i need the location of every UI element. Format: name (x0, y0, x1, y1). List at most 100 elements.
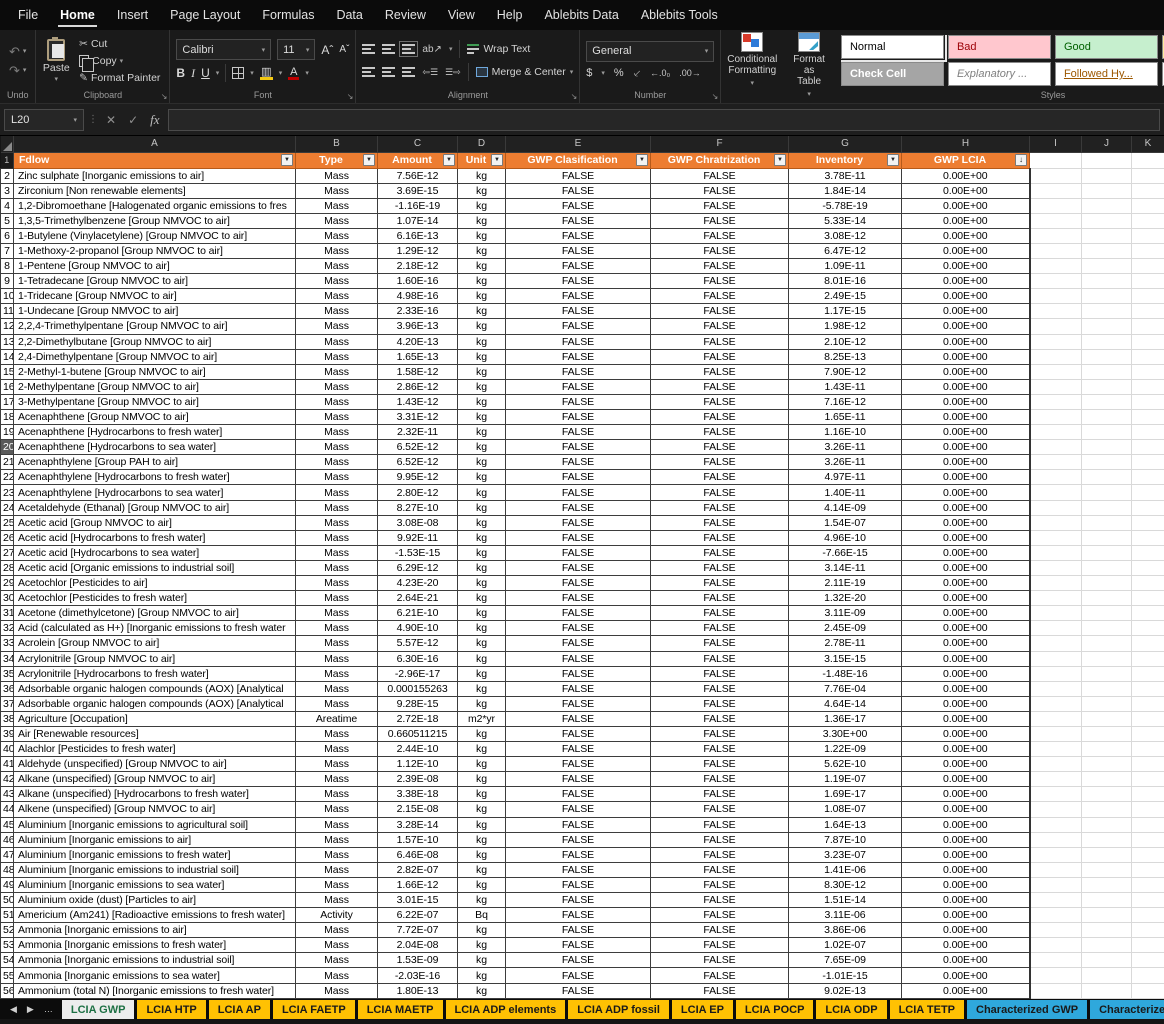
cell[interactable]: FALSE (650, 514, 789, 531)
cell[interactable]: kg (457, 514, 506, 531)
cell[interactable]: kg (457, 771, 506, 788)
cell-K29[interactable] (1131, 575, 1164, 592)
name-box[interactable]: L20 ▾ (4, 108, 84, 131)
row-header-33[interactable]: 33 (0, 635, 14, 652)
cell[interactable]: 2,2,4-Trimethylpentane [Group NMVOC to a… (13, 318, 296, 335)
sheet-tab-lcia-maetp[interactable]: LCIA MAETP (357, 1000, 443, 1019)
cell[interactable]: Mass (295, 741, 378, 758)
row-header-35[interactable]: 35 (0, 665, 14, 682)
cell-I43[interactable] (1029, 786, 1082, 803)
cell-I19[interactable] (1029, 424, 1082, 441)
cell[interactable]: kg (457, 242, 506, 260)
cell[interactable]: 1,3,5-Trimethylbenzene [Group NMVOC to a… (13, 212, 296, 229)
row-header-10[interactable]: 10 (0, 288, 14, 305)
cell-K50[interactable] (1131, 891, 1164, 909)
cell[interactable]: FALSE (650, 258, 789, 275)
row-header-39[interactable]: 39 (0, 725, 14, 743)
cell[interactable]: Mass (295, 242, 378, 260)
cell[interactable]: 0.00E+00 (901, 816, 1031, 833)
sheet-tab-lcia-ap[interactable]: LCIA AP (208, 1000, 270, 1019)
cell[interactable]: 0.00E+00 (901, 665, 1031, 682)
cell[interactable]: FALSE (650, 590, 789, 607)
cell[interactable]: Mass (295, 725, 378, 743)
cell-I44[interactable] (1029, 801, 1082, 818)
sheet-tab-lcia-gwp[interactable]: LCIA GWP (61, 1000, 135, 1019)
cell-I37[interactable] (1029, 695, 1082, 712)
cell-I38[interactable] (1029, 710, 1082, 727)
cell[interactable]: kg (457, 559, 506, 577)
cell-J44[interactable] (1081, 801, 1132, 818)
cell[interactable]: Mass (295, 786, 378, 803)
cell-I29[interactable] (1029, 575, 1082, 592)
cell-I23[interactable] (1029, 484, 1082, 501)
cell[interactable]: FALSE (505, 559, 651, 577)
cell[interactable]: Areatime (295, 710, 378, 727)
cell[interactable]: Ammonia [Inorganic emissions to air] (13, 922, 296, 939)
menu-tab-page-layout[interactable]: Page Layout (160, 0, 250, 30)
cell[interactable]: FALSE (505, 620, 651, 637)
cell-J52[interactable] (1081, 922, 1132, 939)
row-header-3[interactable]: 3 (0, 182, 14, 199)
cell[interactable]: 3.69E-15 (377, 182, 458, 199)
cell[interactable]: FALSE (650, 756, 789, 773)
cell-K43[interactable] (1131, 786, 1164, 803)
cell[interactable]: 7.76E-04 (788, 680, 902, 697)
cell[interactable]: 2-Methylpentane [Group NMVOC to air] (13, 378, 296, 395)
cell-J21[interactable] (1081, 454, 1132, 471)
cell[interactable]: 2.04E-08 (377, 937, 458, 954)
cell-J40[interactable] (1081, 741, 1132, 758)
cell[interactable]: -2.03E-16 (377, 967, 458, 984)
increase-indent-button[interactable]: ☰⇨ (445, 67, 461, 78)
cell[interactable]: 0.00E+00 (901, 846, 1031, 863)
cell[interactable]: Mass (295, 982, 378, 999)
cell[interactable]: 2.32E-11 (377, 424, 458, 441)
cell[interactable]: kg (457, 439, 506, 456)
tabs-scroll-left-icon[interactable]: ◀ (10, 1004, 17, 1015)
cell-J53[interactable] (1081, 937, 1132, 954)
row-header-28[interactable]: 28 (0, 559, 14, 577)
copy-button[interactable]: Copy ▾ (76, 54, 163, 72)
cell-J54[interactable] (1081, 952, 1132, 969)
cell[interactable]: Zinc sulphate [Inorganic emissions to ai… (13, 167, 296, 184)
cell[interactable]: FALSE (505, 665, 651, 682)
cell[interactable]: 1.32E-20 (788, 590, 902, 607)
cell[interactable]: 1.36E-17 (788, 710, 902, 727)
cell[interactable]: 0.00E+00 (901, 876, 1031, 894)
cell[interactable]: Acenaphthylene [Hydrocarbons to fresh wa… (13, 469, 296, 486)
cell-I31[interactable] (1029, 605, 1082, 622)
cell-K38[interactable] (1131, 710, 1164, 727)
cell[interactable]: FALSE (505, 816, 651, 833)
cell[interactable]: 3.96E-13 (377, 318, 458, 335)
cell[interactable]: Alkene (unspecified) [Group NMVOC to air… (13, 801, 296, 818)
cell-J39[interactable] (1081, 725, 1132, 743)
column-header-A[interactable]: A (13, 136, 296, 153)
cell[interactable]: Ammonia [Inorganic emissions to sea wate… (13, 967, 296, 984)
cell[interactable]: Acenaphthylene [Group PAH to air] (13, 454, 296, 471)
row-header-37[interactable]: 37 (0, 695, 14, 712)
header-cell-inventory[interactable]: Inventory ▼ (788, 151, 902, 169)
cell[interactable]: 6.30E-16 (377, 650, 458, 667)
cell[interactable]: FALSE (505, 590, 651, 607)
cell[interactable]: 1.16E-10 (788, 424, 902, 441)
cell-J3[interactable] (1081, 182, 1132, 199)
cell[interactable]: 9.95E-12 (377, 469, 458, 486)
cell[interactable]: 7.90E-12 (788, 363, 902, 380)
cell-J36[interactable] (1081, 680, 1132, 697)
cell-J34[interactable] (1081, 650, 1132, 667)
cell-J8[interactable] (1081, 258, 1132, 275)
cell-K12[interactable] (1131, 318, 1164, 335)
menu-tab-help[interactable]: Help (487, 0, 533, 30)
cell[interactable]: 0.00E+00 (901, 635, 1031, 652)
header-cell-unit[interactable]: Unit ▼ (457, 151, 506, 169)
cell[interactable]: FALSE (650, 680, 789, 697)
cell-I53[interactable] (1029, 937, 1082, 954)
row-header-36[interactable]: 36 (0, 680, 14, 697)
header-cell-gwp-chratrization[interactable]: GWP Chratrization ▼ (650, 151, 789, 169)
cell[interactable]: FALSE (505, 499, 651, 516)
cell[interactable]: Mass (295, 273, 378, 290)
cell[interactable]: 1.54E-07 (788, 514, 902, 531)
row-header-1[interactable]: 1 (0, 152, 14, 169)
cell[interactable]: 0.00E+00 (901, 967, 1031, 984)
column-header-I[interactable]: I (1029, 136, 1082, 153)
cell-J18[interactable] (1081, 408, 1132, 426)
